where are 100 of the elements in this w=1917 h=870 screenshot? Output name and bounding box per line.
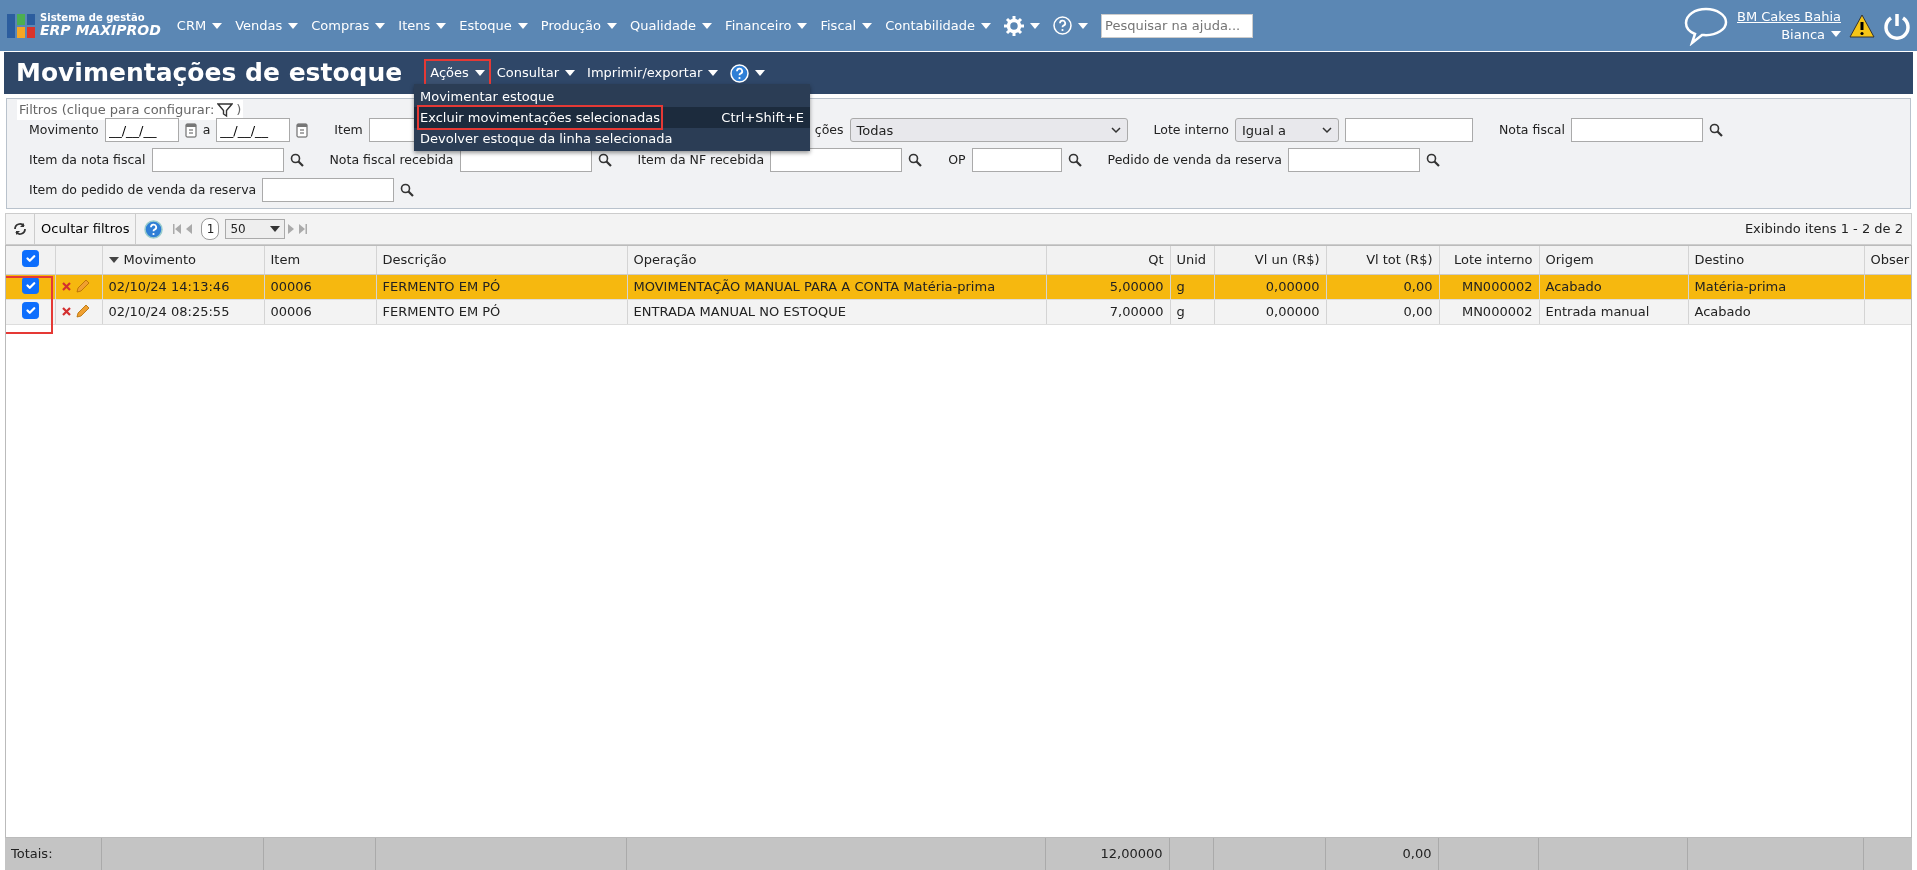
nav-menu[interactable]: CRM (176, 15, 223, 36)
search-icon[interactable] (400, 183, 415, 198)
nav-menu[interactable]: Produção (540, 15, 617, 36)
nav-menu[interactable]: Qualidade (629, 15, 713, 36)
column-header[interactable]: Unid (1170, 246, 1214, 274)
text-field[interactable] (1570, 118, 1703, 143)
table-cell: 0,00 (1326, 299, 1439, 324)
search-icon[interactable] (1067, 153, 1082, 168)
row-checkbox[interactable] (21, 301, 39, 319)
search-icon[interactable] (1426, 153, 1440, 168)
filter-label: Nota fiscal recebida (329, 150, 454, 169)
text-field[interactable] (151, 148, 284, 173)
logo-title: ERP MAXIPROD (40, 23, 161, 39)
nav-menu[interactable]: Fiscal (820, 15, 873, 36)
power-icon[interactable] (1883, 11, 1911, 40)
table-cell: 02/10/24 08:25:55 (102, 299, 264, 324)
menu-item[interactable]: Movimentar estoque (414, 86, 810, 107)
filter-label: Nota fiscal (1498, 120, 1565, 139)
page-size-select[interactable]: 50 (225, 219, 286, 239)
delete-icon[interactable] (61, 307, 71, 316)
pencil-icon[interactable] (74, 304, 90, 319)
menu-item[interactable]: Excluir movimentações selecionadas Ctrl+Shift+E (414, 107, 810, 128)
nav-menu[interactable]: Contabilidade (885, 15, 991, 36)
hide-filters-button[interactable]: Ocultar filtros (35, 214, 137, 244)
table-cell: 0,00000 (1214, 299, 1326, 324)
calendar-icon[interactable] (184, 122, 197, 139)
help-icon[interactable] (144, 219, 164, 239)
text-field[interactable] (1288, 148, 1420, 173)
select-field[interactable]: Igual a (1234, 118, 1339, 143)
warning-icon[interactable] (1849, 13, 1875, 38)
column-header[interactable]: Qt (1046, 246, 1170, 274)
pagination-summary: Exibindo itens 1 - 2 de 2 (1744, 220, 1903, 239)
totals-label: Totais: (11, 846, 53, 861)
filter-label: Item da NF recebida (637, 150, 765, 169)
table-cell: 02/10/24 14:13:46 (102, 274, 264, 299)
nav-menu[interactable]: Estoque (459, 15, 528, 36)
nav-menu[interactable]: Itens (398, 15, 447, 36)
total-cell: 0,00 (1325, 838, 1438, 870)
search-field[interactable]: Pesquisar na ajuda... (1101, 13, 1253, 38)
column-header[interactable]: Obser (1864, 246, 1911, 274)
column-header[interactable]: Destino (1688, 246, 1864, 274)
delete-icon[interactable] (61, 282, 71, 291)
column-header[interactable]: Origem (1539, 246, 1688, 274)
chevron-icon (1321, 126, 1332, 134)
caret-icon (708, 70, 719, 76)
column-header[interactable]: Vl tot (R$) (1326, 246, 1439, 274)
column-header[interactable]: Operação (627, 246, 1046, 274)
filter-label: Pedido de venda da reserva (1107, 150, 1282, 169)
search-icon[interactable] (908, 153, 923, 168)
date-field[interactable]: __/__/__ (216, 118, 291, 143)
chat-icon[interactable] (1683, 5, 1729, 46)
table-cell: 7,00000 (1046, 299, 1170, 324)
table-cell: 00006 (264, 299, 376, 324)
page-number[interactable]: 1 (201, 218, 220, 240)
table-cell: 0,00000 (1214, 274, 1326, 299)
filter-label: Item da nota fiscal (29, 150, 146, 169)
caret-icon (797, 22, 808, 29)
column-header[interactable]: Descrição (376, 246, 627, 274)
text-field[interactable] (770, 148, 903, 173)
nav-menu[interactable]: Vendas (235, 15, 299, 36)
filter-label: Item do pedido de venda da reserva (29, 180, 257, 199)
table-cell: FERMENTO EM PÓ (376, 274, 627, 299)
user-menu[interactable]: Bianca (1781, 25, 1841, 44)
select-all-checkbox[interactable] (21, 250, 39, 267)
column-header[interactable]: Movimento (102, 246, 264, 274)
settings-menu[interactable] (1004, 15, 1040, 36)
table-cell: 00006 (264, 274, 376, 299)
column-header[interactable]: Item (264, 246, 376, 274)
menu-item[interactable]: Devolver estoque da linha selecionada (414, 128, 810, 149)
text-field[interactable] (1344, 118, 1473, 143)
caret-icon (1078, 22, 1088, 29)
column-header[interactable]: Lote interno (1439, 246, 1539, 274)
sort-icon (108, 257, 119, 264)
search-icon[interactable] (1708, 123, 1723, 138)
refresh-icon (12, 222, 28, 236)
caret-icon (1831, 31, 1841, 38)
text-field[interactable] (262, 178, 395, 203)
caret-icon (862, 22, 873, 29)
date-field[interactable]: __/__/__ (104, 118, 179, 143)
calendar-icon[interactable] (296, 122, 309, 139)
text-field[interactable] (971, 148, 1062, 173)
company-link[interactable]: BM Cakes Bahia (1737, 7, 1841, 26)
filter-label: ções (814, 120, 844, 139)
total-cell: 12,00000 (1045, 838, 1169, 870)
search-icon[interactable] (597, 153, 612, 168)
table-cell: Acabado (1688, 299, 1864, 324)
table-cell: MOVIMENTAÇÃO MANUAL PARA A CONTA Matéria-prima (627, 274, 1046, 299)
nav-menu[interactable]: Financeiro (725, 15, 808, 36)
search-icon[interactable] (289, 153, 304, 168)
caret-icon (474, 70, 485, 76)
table-cell: FERMENTO EM PÓ (376, 299, 627, 324)
select-field[interactable]: Todas (849, 118, 1128, 143)
column-header[interactable]: Vl un (R$) (1214, 246, 1326, 274)
filter-label: Lote interno (1153, 120, 1229, 139)
filter-label: Movimento (29, 120, 99, 139)
filter-icon[interactable] (217, 101, 234, 118)
caret-icon (517, 22, 528, 29)
table-cell: MN000002 (1439, 274, 1539, 299)
nav-menu[interactable]: Compras (311, 15, 386, 36)
caret-icon (565, 70, 576, 76)
